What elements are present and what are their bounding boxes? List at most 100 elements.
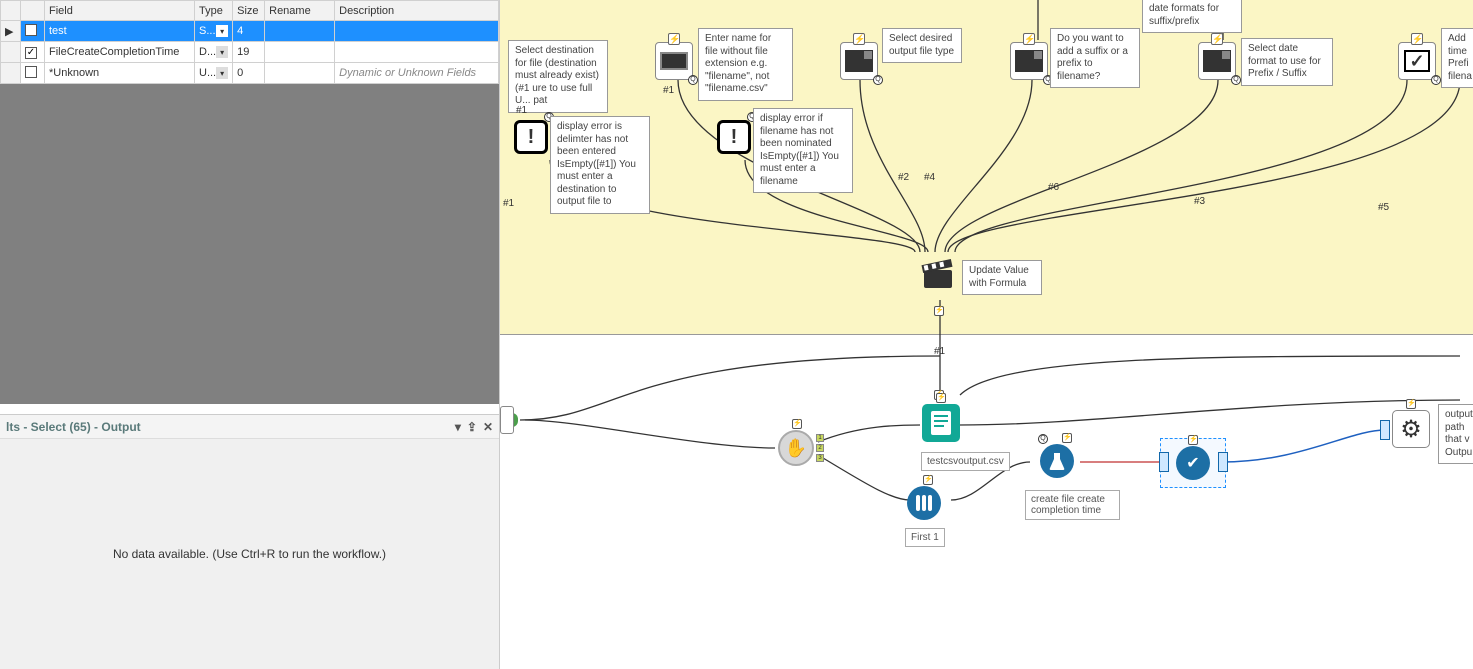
output-anchor[interactable] <box>1218 452 1228 472</box>
gear-icon: ⚙ <box>1392 410 1430 448</box>
dropdown-tool[interactable]: ⚡ Q <box>1198 42 1236 80</box>
question-badge-icon: Q <box>1431 75 1441 85</box>
test-tool[interactable]: ⚡ ✔ <box>1176 446 1210 480</box>
macro-input-tool[interactable] <box>500 406 514 434</box>
col-field[interactable]: Field <box>45 1 195 21</box>
type-dropdown[interactable]: S...▾ <box>199 23 228 39</box>
col-type[interactable]: Type <box>195 1 233 21</box>
anchor-label: #1 <box>663 85 674 96</box>
rename-cell[interactable] <box>265 21 335 42</box>
sample-testtubes-icon <box>907 486 941 520</box>
col-include <box>21 1 45 21</box>
annotation-create-file: create file create completion time <box>1025 490 1120 520</box>
input-anchor[interactable] <box>1159 452 1169 472</box>
wire-label: #3 <box>1194 196 1205 207</box>
sample-tool[interactable]: ⚡ <box>907 486 941 520</box>
field-cell[interactable]: test <box>45 21 195 42</box>
lightning-icon: ⚡ <box>934 306 944 316</box>
question-badge-icon: Q <box>1231 75 1241 85</box>
wire-label: #1 <box>934 346 945 357</box>
annotation-destination: Select destination for file (destination… <box>508 40 608 113</box>
annotation-addtime: Add time Prefi filena <box>1441 28 1473 88</box>
dropdown-icon <box>1015 50 1043 72</box>
dropdown-icon <box>845 50 873 72</box>
annotation-delimiter-error: display error is delimter has not been e… <box>550 116 650 214</box>
results-close-icon[interactable]: ✕ <box>483 420 493 434</box>
col-rename[interactable]: Rename <box>265 1 335 21</box>
rename-cell[interactable] <box>265 63 335 84</box>
checkbox-icon: ✓ <box>1404 50 1430 72</box>
dropdown-tool[interactable]: ⚡ Q <box>840 42 878 80</box>
stop-hand-icon: ✋ <box>778 430 814 466</box>
formula-tool[interactable]: ⚡ Q <box>1040 444 1074 478</box>
include-checkbox[interactable] <box>25 66 37 78</box>
lightning-icon: ⚡ <box>1411 33 1423 45</box>
chevron-down-icon: ▾ <box>216 46 228 58</box>
col-row-selector <box>1 1 21 21</box>
table-row[interactable]: ▶ test S...▾ 4 <box>1 21 499 42</box>
action-tool[interactable] <box>920 256 956 292</box>
lightning-icon: ⚡ <box>792 419 802 429</box>
field-config-table[interactable]: Field Type Size Rename Description ▶ tes… <box>0 0 499 84</box>
wire-label: #4 <box>924 172 935 183</box>
desc-cell[interactable]: Dynamic or Unknown Fields <box>335 63 499 84</box>
question-badge-icon: Q <box>688 75 698 85</box>
select-tool[interactable]: ⚡ <box>922 404 960 442</box>
annotation-suffix: Do you want to add a suffix or a prefix … <box>1050 28 1140 88</box>
text-input-tool[interactable]: ⚡ Q <box>655 42 693 80</box>
desc-cell[interactable] <box>335 21 499 42</box>
results-empty-text: No data available. (Use Ctrl+R to run th… <box>113 547 386 561</box>
type-dropdown[interactable]: U...▾ <box>199 65 228 81</box>
annotation-filetype: Select desired output file type <box>882 28 962 63</box>
text-input-icon <box>660 52 688 70</box>
error-message-tool[interactable]: ! Q <box>512 118 550 156</box>
size-cell[interactable]: 4 <box>233 21 265 42</box>
table-row[interactable]: *Unknown U...▾ 0 Dynamic or Unknown Fiel… <box>1 63 499 84</box>
rename-cell[interactable] <box>265 42 335 63</box>
table-header-row: Field Type Size Rename Description <box>1 1 499 21</box>
type-dropdown[interactable]: D...▾ <box>199 44 228 60</box>
action-clapper-icon <box>920 256 956 292</box>
error-message-tool[interactable]: ! Q <box>715 118 753 156</box>
lightning-icon: ⚡ <box>1406 399 1416 409</box>
col-description[interactable]: Description <box>335 1 499 21</box>
lightning-icon: ⚡ <box>936 393 946 403</box>
input-anchor[interactable] <box>1380 420 1390 440</box>
sample-caption: First 1 <box>905 528 945 547</box>
results-dropdown-icon[interactable]: ▾ <box>455 420 461 434</box>
lightning-icon: ⚡ <box>668 33 680 45</box>
dropdown-tool[interactable]: ⚡ Q <box>1010 42 1048 80</box>
results-body: No data available. (Use Ctrl+R to run th… <box>0 439 499 669</box>
field-cell[interactable]: FileCreateCompletionTime <box>45 42 195 63</box>
annotation-date-formats-top: date formats for suffix/prefix <box>1142 0 1242 33</box>
chevron-down-icon: ▾ <box>216 67 228 79</box>
macro-output-tool[interactable]: ⚡ ⚙ <box>1392 410 1430 448</box>
check-circle-icon: ✔ <box>1176 446 1210 480</box>
anchor-label: #1 <box>516 105 527 116</box>
annotation-output-path: output path that v Outpu <box>1438 404 1473 464</box>
size-cell[interactable]: 19 <box>233 42 265 63</box>
include-checkbox[interactable] <box>25 47 37 59</box>
wire-label: #1 <box>503 198 514 209</box>
config-panel: Field Type Size Rename Description ▶ tes… <box>0 0 500 669</box>
lightning-icon: ⚡ <box>923 475 933 485</box>
table-row[interactable]: FileCreateCompletionTime D...▾ 19 <box>1 42 499 63</box>
wire-label: #2 <box>898 172 909 183</box>
workflow-canvas[interactable]: date formats for suffix/prefix Select de… <box>500 0 1473 669</box>
block-until-done-tool[interactable]: ⚡ ✋ 1 2 3 <box>778 430 814 466</box>
col-size[interactable]: Size <box>233 1 265 21</box>
size-cell[interactable]: 0 <box>233 63 265 84</box>
results-header: lts - Select (65) - Output ▾ ⇪ ✕ <box>0 415 499 439</box>
include-checkbox[interactable] <box>25 24 37 36</box>
desc-cell[interactable] <box>335 42 499 63</box>
checkbox-tool[interactable]: ⚡ ✓ Q <box>1398 42 1436 80</box>
field-cell[interactable]: *Unknown <box>45 63 195 84</box>
output-filename-box[interactable]: testcsvoutput.csv <box>921 452 1010 471</box>
lightning-icon: ⚡ <box>1062 433 1072 443</box>
annotation-filename: Enter name for file without file extensi… <box>698 28 793 101</box>
warning-icon: ! <box>514 120 548 154</box>
results-pin-icon[interactable]: ⇪ <box>467 420 477 434</box>
results-title: lts - Select (65) - Output <box>6 420 141 434</box>
wire-label: #6 <box>1048 182 1059 193</box>
chevron-down-icon: ▾ <box>216 25 228 37</box>
